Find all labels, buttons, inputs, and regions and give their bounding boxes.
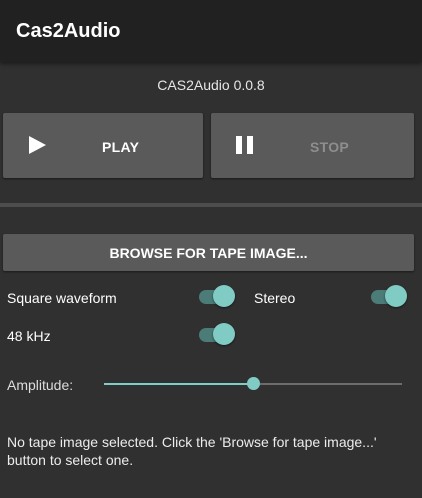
switch-thumb (213, 323, 235, 345)
version-label: CAS2Audio 0.0.8 (157, 77, 265, 93)
amplitude-slider-fill (104, 383, 253, 385)
amplitude-slider[interactable] (104, 377, 402, 390)
pause-icon (236, 136, 253, 154)
amplitude-slider-thumb[interactable] (247, 377, 260, 390)
stereo-switch[interactable] (371, 285, 407, 309)
browse-tape-image-button[interactable]: BROWSE FOR TAPE IMAGE... (3, 234, 414, 271)
browse-button-label: BROWSE FOR TAPE IMAGE... (109, 245, 308, 261)
48khz-label: 48 kHz (7, 328, 51, 344)
stop-button[interactable]: STOP (211, 113, 414, 178)
section-divider (0, 203, 422, 207)
play-button[interactable]: PLAY (3, 113, 203, 178)
app-title: Cas2Audio (16, 20, 121, 42)
switch-thumb (385, 285, 407, 307)
stop-button-label: STOP (310, 139, 350, 155)
switch-thumb (213, 285, 235, 307)
play-icon (29, 136, 46, 154)
square-waveform-label: Square waveform (7, 290, 117, 306)
48khz-switch[interactable] (199, 323, 235, 347)
amplitude-label: Amplitude: (7, 377, 74, 393)
status-message: No tape image selected. Click the 'Brows… (7, 434, 377, 468)
square-waveform-switch[interactable] (199, 285, 235, 309)
play-button-label: PLAY (102, 139, 140, 155)
stereo-label: Stereo (254, 290, 296, 306)
app-bar: Cas2Audio (0, 0, 422, 62)
